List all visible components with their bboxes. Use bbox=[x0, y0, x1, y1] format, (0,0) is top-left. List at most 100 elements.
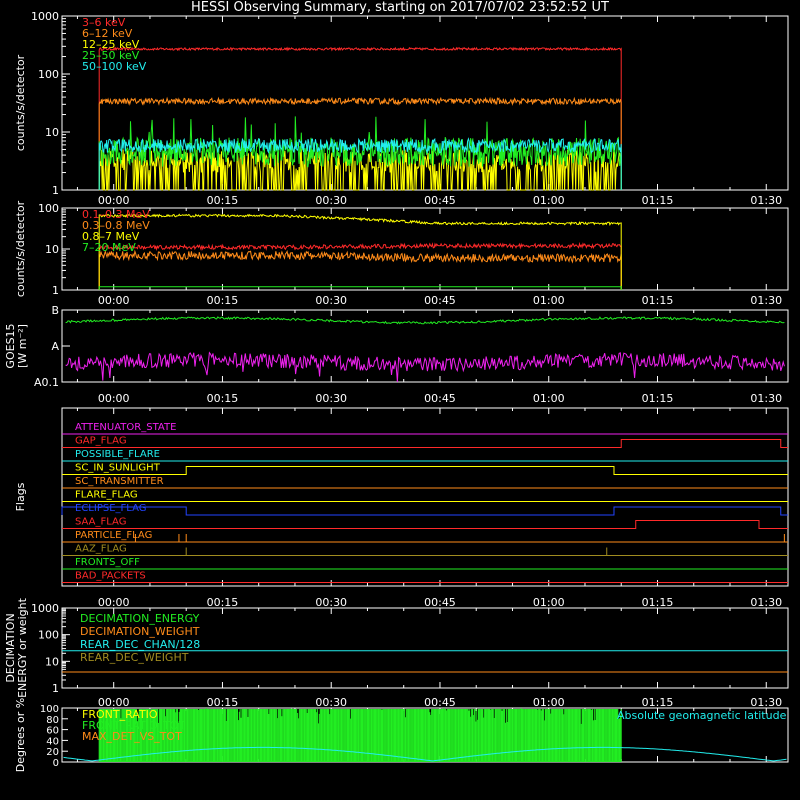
x-tick-label: 01:00 bbox=[533, 294, 565, 307]
flag-label: FRONTS_OFF bbox=[75, 557, 140, 568]
panel-rates-high: 00:00 00:15 00:30 00:45 01:00 01:15 01:30 1 10 10… bbox=[14, 200, 789, 307]
x-tick-label: 00:00 bbox=[98, 194, 130, 207]
x-tick-label: 00:30 bbox=[315, 596, 347, 609]
flag-label: SAA_FLAG bbox=[75, 517, 126, 528]
x-tick-label: 00:15 bbox=[207, 294, 239, 307]
x-tick-label: 01:30 bbox=[750, 596, 782, 609]
y-tick-label: A0.1 bbox=[34, 376, 59, 389]
x-tick-label: 01:00 bbox=[533, 696, 565, 709]
panel-frame bbox=[61, 207, 789, 291]
y-tick-label: 80 bbox=[46, 715, 59, 726]
x-tick-label: 01:30 bbox=[750, 696, 782, 709]
panel-flags: 00:00 00:15 00:30 00:45 01:00 01:15 01:30 Flags… bbox=[14, 407, 789, 609]
flag-label: GAP_FLAG bbox=[75, 436, 127, 447]
x-tick-label: 01:15 bbox=[642, 596, 674, 609]
legend-entry: REAR_DEC_WEIGHT bbox=[80, 651, 189, 664]
x-tick-label: 01:15 bbox=[642, 194, 674, 207]
legend-entry: MAX_DET_VS_TOT bbox=[82, 730, 182, 743]
y-tick-label: 20 bbox=[46, 747, 59, 758]
x-tick-label: 00:15 bbox=[207, 194, 239, 207]
y-tick-label: 1000 bbox=[31, 602, 59, 615]
goes-long bbox=[65, 316, 785, 325]
observing-summary-figure: 00:00 00:15 00:30 00:45 01:00 01:15 01:3011010… bbox=[4, 10, 789, 772]
x-tick-label: 01:30 bbox=[750, 294, 782, 307]
y-tick-label: 60 bbox=[46, 726, 59, 737]
x-tick-label: 00:45 bbox=[424, 596, 456, 609]
panel-rates-low: 00:00 00:15 00:30 00:45 01:00 01:15 01:30 1 10 10… bbox=[14, 10, 789, 207]
y-tick-label: 1 bbox=[52, 284, 59, 297]
legend-entry: REAR_DEC_CHAN/128 bbox=[80, 638, 200, 651]
y-axis-label-2: ENERGY or weight bbox=[16, 597, 29, 697]
flag-label: PARTICLE_FLAG bbox=[75, 530, 152, 541]
legend-entry: DECIMATION_WEIGHT bbox=[80, 625, 200, 638]
y-tick-label: 1 bbox=[52, 682, 59, 695]
y-axis-label: counts/s/detector bbox=[14, 200, 27, 297]
flag-trace bbox=[61, 506, 788, 516]
legend-entry: 7–20 MeV bbox=[82, 241, 136, 254]
series-2 bbox=[98, 213, 622, 291]
x-tick-label: 00:15 bbox=[207, 696, 239, 709]
x-tick-label: 01:00 bbox=[533, 596, 565, 609]
x-tick-label: 00:30 bbox=[315, 294, 347, 307]
x-tick-label: 01:15 bbox=[642, 696, 674, 709]
x-tick-label: 00:00 bbox=[98, 294, 130, 307]
x-tick-label: 00:30 bbox=[315, 392, 347, 405]
x-tick-label: 01:30 bbox=[750, 392, 782, 405]
panel-decimation: 00:00 00:15 00:30 00:45 01:00 01:15 01:30 1 10 10… bbox=[4, 597, 789, 709]
flag-label: SC_IN_SUNLIGHT bbox=[75, 463, 161, 474]
x-tick-label: 00:45 bbox=[424, 392, 456, 405]
flag-label: ECLIPSE_FLAG bbox=[75, 503, 146, 514]
y-axis-label: Degrees or % bbox=[14, 698, 27, 772]
flag-trace bbox=[62, 439, 788, 448]
flag-label: FLARE_FLAG bbox=[75, 490, 138, 501]
y-axis-label-2: [W m⁻²] bbox=[16, 324, 29, 368]
x-tick-label: 01:15 bbox=[642, 294, 674, 307]
y-axis-label: counts/s/detector bbox=[14, 54, 27, 151]
flag-label: AAZ_FLAG bbox=[75, 544, 127, 555]
y-tick-label: 0 bbox=[53, 758, 59, 769]
y-axis-label: Flags bbox=[14, 482, 27, 511]
flag-label: SC_TRANSMITTER bbox=[75, 476, 164, 487]
y-tick-label: 100 bbox=[38, 68, 59, 81]
y-tick-label: 40 bbox=[46, 736, 59, 747]
y-tick-label: 10 bbox=[45, 655, 59, 668]
panel-goes: 00:00 00:15 00:30 00:45 01:00 01:15 01:30 A0.1 A… bbox=[4, 304, 789, 405]
x-tick-label: 01:15 bbox=[642, 392, 674, 405]
flag-label: BAD_PACKETS bbox=[75, 571, 146, 582]
flag-label: ATTENUATOR_STATE bbox=[75, 422, 176, 433]
x-tick-label: 00:30 bbox=[315, 696, 347, 709]
x-tick-label: 00:45 bbox=[424, 696, 456, 709]
x-tick-label: 00:00 bbox=[98, 392, 130, 405]
x-tick-label: 00:00 bbox=[98, 596, 130, 609]
panel-frame bbox=[61, 309, 789, 383]
y-tick-label: 10 bbox=[45, 243, 59, 256]
x-tick-label: 00:15 bbox=[207, 392, 239, 405]
x-tick-label: 01:00 bbox=[533, 392, 565, 405]
x-tick-label: 00:30 bbox=[315, 194, 347, 207]
series-0 bbox=[98, 241, 622, 291]
annotation-latitude: Absolute geomagnetic latitude bbox=[617, 709, 787, 722]
y-tick-label: 100 bbox=[38, 202, 59, 215]
flag-trace bbox=[62, 520, 788, 529]
x-tick-label: 01:30 bbox=[750, 194, 782, 207]
goes-short bbox=[65, 351, 785, 383]
y-tick-label: A bbox=[51, 340, 59, 353]
legend-entry: DECIMATION_ENERGY bbox=[80, 612, 200, 625]
x-tick-label: 00:45 bbox=[424, 194, 456, 207]
series-1 bbox=[98, 249, 622, 291]
flag-label: POSSIBLE_FLARE bbox=[75, 449, 160, 460]
y-tick-label: 1 bbox=[52, 184, 59, 197]
y-tick-label: B bbox=[51, 304, 59, 317]
y-tick-label: 1000 bbox=[31, 10, 59, 23]
y-tick-label: 100 bbox=[40, 704, 59, 715]
y-tick-label: 10 bbox=[45, 126, 59, 139]
x-tick-label: 01:00 bbox=[533, 194, 565, 207]
x-tick-label: 00:45 bbox=[424, 294, 456, 307]
panel-ratios: 020406080100Degrees or % FRONT_RATIOFRONT… bbox=[14, 698, 789, 772]
panel-frame bbox=[61, 15, 789, 191]
y-tick-label: 100 bbox=[38, 629, 59, 642]
x-tick-label: 00:15 bbox=[207, 596, 239, 609]
panel-frame bbox=[61, 407, 789, 587]
legend-entry: 50–100 keV bbox=[82, 60, 147, 73]
flag-trace bbox=[62, 466, 788, 475]
